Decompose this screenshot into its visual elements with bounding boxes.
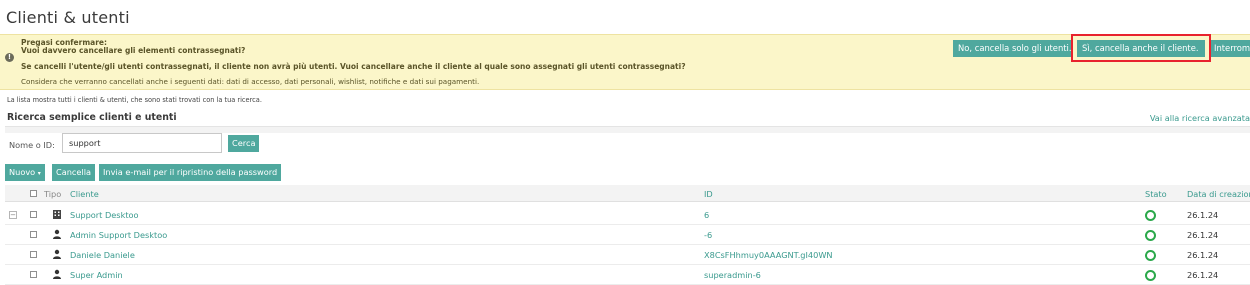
created-date: 26.1.24 xyxy=(1187,210,1219,220)
confirm-detail: Se cancelli l'utente/gli utenti contrass… xyxy=(21,62,686,71)
table-row xyxy=(5,205,1250,225)
confirm-question: Vuoi davvero cancellare gli elementi con… xyxy=(21,46,246,55)
header-id[interactable]: ID xyxy=(704,189,713,199)
no-delete-users-only-button[interactable]: No, cancella solo gli utenti. xyxy=(953,40,1072,57)
search-button[interactable]: Cerca xyxy=(228,135,260,152)
customer-id[interactable]: X8CsFHhmuy0AAAGNT.gI40WN xyxy=(704,250,833,260)
section-divider xyxy=(5,126,1250,133)
status-active-icon xyxy=(1145,270,1156,281)
user-icon xyxy=(53,269,61,279)
table-header xyxy=(5,185,1250,202)
abort-button[interactable]: Interrompi xyxy=(1209,40,1250,57)
customer-name[interactable]: Super Admin xyxy=(70,270,123,280)
delete-button[interactable]: Cancella xyxy=(52,164,96,181)
status-active-icon xyxy=(1145,230,1156,241)
header-created[interactable]: Data di creazione xyxy=(1187,189,1250,199)
customer-id[interactable]: 6 xyxy=(704,210,709,220)
new-dropdown-button[interactable]: Nuovo ▾ xyxy=(5,164,45,181)
table-row xyxy=(5,245,1250,265)
customer-name[interactable]: Daniele Daniele xyxy=(70,250,135,260)
advanced-search-link[interactable]: Vai alla ricerca avanzata xyxy=(1150,113,1250,123)
created-date: 26.1.24 xyxy=(1187,230,1219,240)
confirm-note: Considera che verranno cancellati anche … xyxy=(21,77,480,86)
customer-name[interactable]: Support Desktoo xyxy=(70,210,139,220)
table-row xyxy=(5,225,1250,245)
highlight-box xyxy=(1071,34,1211,62)
header-customer[interactable]: Cliente xyxy=(70,189,99,199)
search-input[interactable] xyxy=(62,133,222,153)
row-checkbox[interactable] xyxy=(30,211,37,218)
new-label: Nuovo xyxy=(9,167,36,177)
search-label: Nome o ID: xyxy=(9,140,55,150)
status-active-icon xyxy=(1145,250,1156,261)
header-status[interactable]: Stato xyxy=(1145,189,1167,199)
result-info-text: La lista mostra tutti i clienti & utenti… xyxy=(7,96,262,104)
status-active-icon xyxy=(1145,210,1156,221)
select-all-checkbox[interactable] xyxy=(30,190,37,197)
table-row xyxy=(5,265,1250,285)
created-date: 26.1.24 xyxy=(1187,270,1219,280)
created-date: 26.1.24 xyxy=(1187,250,1219,260)
row-checkbox[interactable] xyxy=(30,231,37,238)
user-icon xyxy=(53,229,61,239)
header-type: Tipo xyxy=(44,189,62,199)
send-password-reset-button[interactable]: Invia e-mail per il ripristino della pas… xyxy=(99,164,282,181)
warning-icon: ! xyxy=(5,53,14,62)
row-checkbox[interactable] xyxy=(30,251,37,258)
group-icon xyxy=(53,210,61,219)
customer-name[interactable]: Admin Support Desktoo xyxy=(70,230,167,240)
expand-icon[interactable]: − xyxy=(9,211,17,219)
chevron-down-icon: ▾ xyxy=(37,170,41,177)
page-title: Clienti & utenti xyxy=(6,8,130,27)
customer-id[interactable]: superadmin-6 xyxy=(704,270,761,280)
user-icon xyxy=(53,249,61,259)
search-section-title: Ricerca semplice clienti e utenti xyxy=(7,112,177,123)
customer-id[interactable]: -6 xyxy=(704,230,712,240)
